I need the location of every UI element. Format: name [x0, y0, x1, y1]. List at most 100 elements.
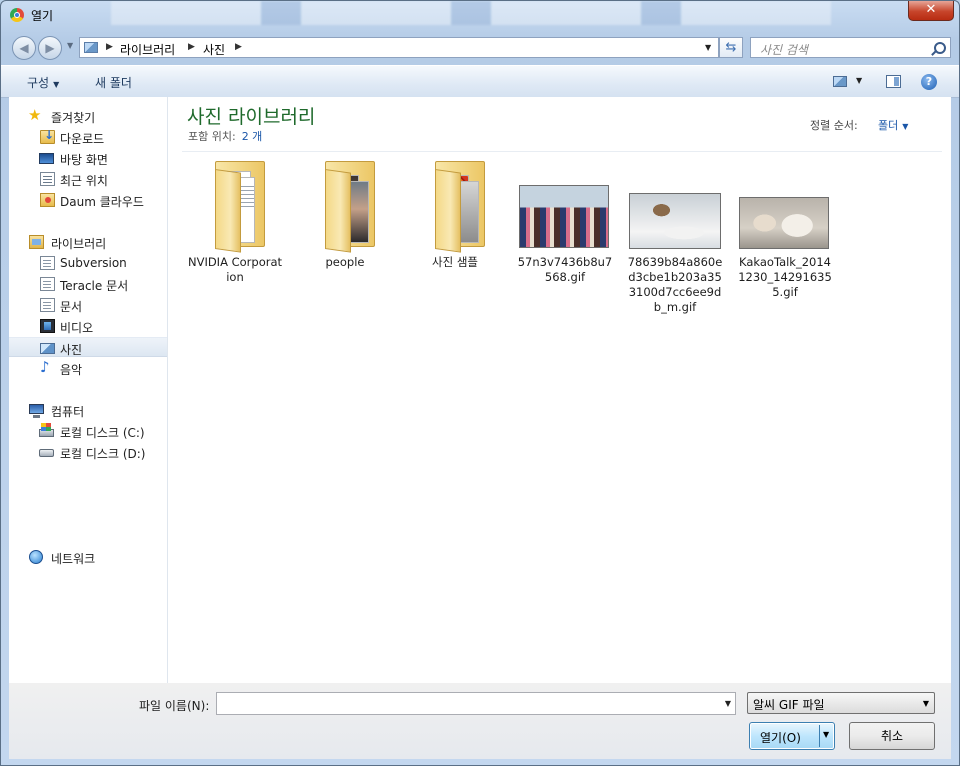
- open-options-dropdown-icon[interactable]: ▼: [823, 730, 829, 739]
- sidebar-item-recent-places[interactable]: 최근 위치: [9, 169, 167, 189]
- navigation-pane[interactable]: ★ 즐겨찾기 다운로드 바탕 화면 최근 위치 Daum 클라우드 라이브러리 …: [9, 97, 168, 683]
- forward-button[interactable]: ▶: [38, 36, 62, 60]
- sidebar-item-documents[interactable]: 문서: [9, 295, 167, 315]
- sidebar-item-music[interactable]: ♪ 음악: [9, 358, 167, 378]
- address-bar[interactable]: ▶ 라이브러리 ▶ 사진 ▶ ▼: [79, 37, 719, 58]
- file-name: NVIDIA Corporation: [187, 255, 283, 284]
- breadcrumb-separator-icon[interactable]: ▶: [188, 42, 195, 52]
- background-tabs: [111, 1, 831, 25]
- file-tile-people[interactable]: people: [297, 155, 393, 270]
- sidebar-item-libraries[interactable]: 라이브러리: [9, 232, 167, 252]
- sidebar-item-desktop[interactable]: 바탕 화면: [9, 148, 167, 168]
- pictures-icon: [40, 343, 55, 354]
- open-button[interactable]: 열기(O) ▼: [749, 722, 835, 750]
- sort-label: 정렬 순서:: [810, 119, 858, 132]
- chevron-down-icon: ▼: [53, 80, 60, 89]
- recent-pages-dropdown[interactable]: ▼: [67, 41, 73, 50]
- document-library-icon: [40, 277, 55, 291]
- file-name: 사진 샘플: [432, 255, 478, 269]
- cancel-button[interactable]: 취소: [849, 722, 935, 750]
- preview-pane-icon[interactable]: [886, 75, 901, 88]
- sidebar-item-label: 음악: [60, 363, 83, 377]
- search-input[interactable]: 사진 검색: [750, 37, 951, 58]
- breadcrumb-separator-icon[interactable]: ▶: [106, 42, 113, 52]
- folder-icon: [187, 155, 283, 255]
- sidebar-item-videos[interactable]: 비디오: [9, 316, 167, 336]
- filename-input[interactable]: ▼: [216, 692, 736, 715]
- system-drive-icon: [39, 423, 54, 437]
- sidebar-item-label: 최근 위치: [60, 174, 108, 188]
- dialog-footer: 파일 이름(N): ▼ 알씨 GIF 파일 ▼ 열기(O) ▼ 취소: [9, 683, 951, 759]
- sidebar-item-label: 네트워크: [51, 552, 96, 566]
- sidebar-item-subversion[interactable]: Subversion: [9, 253, 167, 273]
- back-button[interactable]: ◀: [12, 36, 36, 60]
- file-tile-image-3[interactable]: KakaoTalk_20141230_142916355.gif: [737, 155, 833, 300]
- video-icon: [40, 319, 55, 333]
- sidebar-item-label: 즐겨찾기: [51, 111, 96, 125]
- file-name: KakaoTalk_20141230_142916355.gif: [738, 255, 832, 299]
- sidebar-item-computer[interactable]: 컴퓨터: [9, 400, 167, 420]
- desktop-icon: [39, 153, 54, 164]
- sidebar-item-drive-d[interactable]: 로컬 디스크 (D:): [9, 442, 167, 462]
- sidebar-item-label: Daum 클라우드: [60, 195, 144, 209]
- pictures-library-icon: [84, 42, 98, 53]
- includes-link[interactable]: 2 개: [242, 130, 263, 143]
- arrow-left-icon: ◀: [19, 41, 29, 55]
- file-type-select[interactable]: 알씨 GIF 파일 ▼: [747, 692, 935, 714]
- command-bar: 구성 ▼ 새 폴더 ▼ ?: [1, 65, 959, 98]
- document-library-icon: [40, 256, 55, 270]
- sidebar-item-drive-c[interactable]: 로컬 디스크 (C:): [9, 421, 167, 441]
- search-icon[interactable]: [934, 42, 946, 54]
- library-locations: 포함 위치: 2 개: [188, 128, 262, 144]
- close-button[interactable]: ✕: [908, 1, 954, 21]
- sidebar-item-daum-cloud[interactable]: Daum 클라우드: [9, 190, 167, 210]
- organize-label: 구성: [27, 76, 50, 90]
- sidebar-item-label: 문서: [60, 300, 83, 314]
- split-divider: [819, 725, 820, 747]
- sidebar-item-teracle-docs[interactable]: Teracle 문서: [9, 274, 167, 294]
- file-tile-nvidia[interactable]: NVIDIA Corporation: [187, 155, 283, 285]
- chrome-icon: [10, 8, 24, 22]
- breadcrumb-separator-icon[interactable]: ▶: [235, 42, 242, 52]
- sidebar-item-label: Subversion: [60, 256, 127, 270]
- file-list-pane[interactable]: 사진 라이브러리 포함 위치: 2 개 정렬 순서: 폴더 ▼ NVIDIA Cor…: [168, 97, 951, 683]
- sidebar-item-pictures[interactable]: 사진: [9, 337, 167, 357]
- computer-icon: [29, 404, 44, 418]
- sidebar-item-favorites[interactable]: ★ 즐겨찾기: [9, 106, 167, 126]
- network-icon: [29, 550, 43, 564]
- file-name: people: [325, 255, 365, 269]
- page-title: 사진 라이브러리: [187, 106, 316, 128]
- chevron-down-icon: ▼: [902, 122, 909, 131]
- breadcrumb-library[interactable]: 라이브러리: [120, 41, 175, 58]
- chevron-down-icon[interactable]: ▼: [705, 43, 711, 52]
- filename-label: 파일 이름(N):: [139, 699, 210, 713]
- refresh-icon: ⇆: [725, 40, 737, 55]
- sidebar-item-network[interactable]: 네트워크: [9, 547, 167, 567]
- sidebar-item-label: 로컬 디스크 (D:): [60, 447, 146, 461]
- breadcrumb-pictures[interactable]: 사진: [203, 41, 225, 58]
- sidebar-item-label: 사진: [60, 343, 83, 357]
- star-icon: ★: [28, 106, 42, 124]
- file-tile-image-1[interactable]: 57n3v7436b8u7568.gif: [517, 155, 613, 285]
- sidebar-item-label: 다운로드: [60, 132, 105, 146]
- sidebar-item-downloads[interactable]: 다운로드: [9, 127, 167, 147]
- sidebar-item-label: 로컬 디스크 (C:): [60, 426, 145, 440]
- file-tile-sample-pictures[interactable]: 사진 샘플: [407, 155, 503, 270]
- new-folder-button[interactable]: 새 폴더: [95, 74, 132, 91]
- refresh-button[interactable]: ⇆: [719, 37, 743, 58]
- folder-icon: [297, 155, 393, 255]
- sort-dropdown[interactable]: 폴더 ▼: [878, 117, 908, 133]
- arrow-right-icon: ▶: [45, 41, 55, 55]
- sidebar-item-label: 바탕 화면: [60, 153, 108, 167]
- sidebar-item-label: Teracle 문서: [60, 279, 129, 293]
- help-icon[interactable]: ?: [921, 74, 937, 90]
- view-icon[interactable]: [833, 76, 847, 87]
- view-dropdown-icon[interactable]: ▼: [856, 76, 862, 85]
- chevron-down-icon[interactable]: ▼: [725, 699, 731, 708]
- organize-button[interactable]: 구성 ▼: [27, 74, 59, 91]
- image-thumbnail: [629, 193, 721, 249]
- sort-value: 폴더: [878, 119, 899, 132]
- includes-label: 포함 위치:: [188, 130, 236, 143]
- file-tile-image-2[interactable]: 78639b84a860ed3cbe1b203a353100d7cc6ee9db…: [627, 155, 723, 315]
- title-bar[interactable]: 열기 ✕: [1, 1, 959, 29]
